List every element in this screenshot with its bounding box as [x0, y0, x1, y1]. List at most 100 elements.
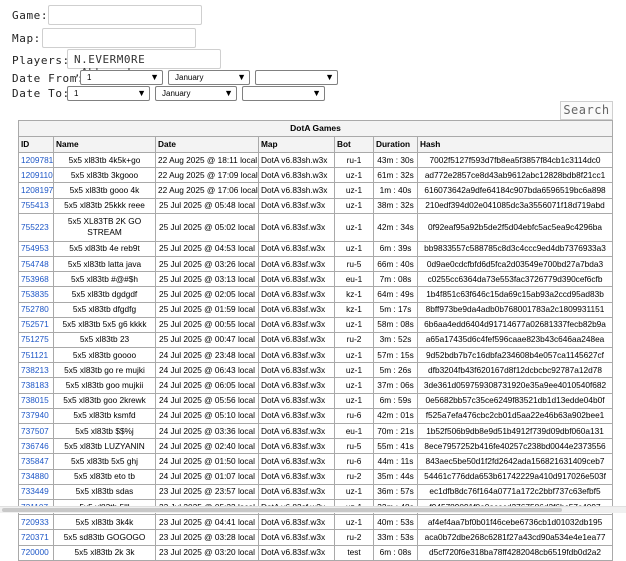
id-cell[interactable]: 720371	[18, 529, 54, 546]
table-row: 752780 5x5 xl83tb dfgdfg 25 Jul 2025 @ 01:…	[18, 301, 614, 318]
map-label: Map:	[12, 32, 41, 45]
bot-cell: uz-1	[334, 316, 374, 333]
name-cell: 5x5 xl83tb #@#$h	[53, 271, 156, 288]
date-to-month-select[interactable]: January ▼	[155, 86, 237, 101]
duration-cell: 3m : 52s	[373, 331, 418, 349]
date-to-year-select[interactable]: ▼	[242, 86, 325, 101]
id-cell[interactable]: 737507	[18, 422, 54, 440]
map-cell: DotA v6.83sf.w3x	[258, 514, 335, 531]
players-input[interactable]: N.EVERM0RE ,Abbos_dev	[67, 49, 221, 79]
bot-cell: ru-6	[334, 453, 374, 470]
id-cell[interactable]: 1208197	[18, 182, 54, 199]
column-header-date[interactable]: Date	[155, 136, 259, 153]
id-cell[interactable]: 720933	[18, 514, 54, 531]
id-cell[interactable]: 754748	[18, 255, 54, 273]
hash-cell: 843aec5be50d1f2fd2642ada156821631409ceb7	[416, 453, 614, 470]
hash-cell: 0f92eaf95a92b5de2f5d04ebfc5ac5ea9c4296ba	[416, 212, 614, 242]
hash-cell: d5cf720f6e318ba78ff4282048cb6519fdb0d2a2	[416, 544, 614, 561]
id-cell[interactable]: 1209781	[18, 151, 54, 169]
id-cell[interactable]: 752571	[18, 316, 54, 333]
id-cell[interactable]: 751275	[18, 331, 54, 349]
name-cell: 5x5 sd83tb GOGOGO	[53, 529, 156, 546]
game-input[interactable]	[48, 5, 202, 25]
table-row: 751275 5x5 xl83tb 23 25 Jul 2025 @ 00:47 l…	[18, 331, 614, 349]
id-cell[interactable]: 738183	[18, 377, 54, 394]
hash-cell: 1b52f506b9db8e9d51b4912f739d09dbf060a131	[416, 422, 614, 440]
duration-cell: 38m : 32s	[373, 197, 418, 214]
id-cell[interactable]: 737940	[18, 407, 54, 425]
date-cell: 24 Jul 2025 @ 05:56 local	[155, 392, 259, 409]
id-cell[interactable]: 720000	[18, 544, 54, 561]
id-cell[interactable]: 754953	[18, 240, 54, 257]
column-header-map[interactable]: Map	[258, 136, 335, 153]
table-row: 738183 5x5 xl83tb goo mujkii 24 Jul 2025 @…	[18, 377, 614, 394]
id-cell[interactable]: 755413	[18, 197, 54, 214]
date-cell: 24 Jul 2025 @ 05:10 local	[155, 407, 259, 425]
id-cell[interactable]: 736746	[18, 438, 54, 455]
date-cell: 23 Jul 2025 @ 03:20 local	[155, 544, 259, 561]
id-cell[interactable]: 753968	[18, 271, 54, 288]
id-cell[interactable]: 733449	[18, 483, 54, 500]
name-cell: 5x5 xl83tb eto tb	[53, 468, 156, 485]
search-button[interactable]: Search	[560, 101, 613, 120]
hash-cell: f525a7efa476cbc2cb01d5aa22e46b63a902bee1	[416, 407, 614, 425]
bot-cell: ru-2	[334, 468, 374, 485]
date-cell: 23 Jul 2025 @ 03:28 local	[155, 529, 259, 546]
column-header-duration[interactable]: Duration	[373, 136, 418, 153]
name-cell: 5x5 xl83tb goo mujkii	[53, 377, 156, 394]
id-cell[interactable]: 751121	[18, 347, 54, 364]
name-cell: 5x5 xl83tb 4e reb9t	[53, 240, 156, 257]
id-cell[interactable]: 753835	[18, 286, 54, 303]
date-from-month-select[interactable]: January ▼	[168, 70, 250, 85]
id-cell[interactable]: 735847	[18, 453, 54, 470]
map-input[interactable]	[42, 28, 196, 48]
table-row: 737940 5x5 xl83tb ksmfd 24 Jul 2025 @ 05:1…	[18, 407, 614, 425]
map-cell: DotA v6.83sf.w3x	[258, 407, 335, 425]
id-cell[interactable]: 734880	[18, 468, 54, 485]
duration-cell: 42m : 01s	[373, 407, 418, 425]
table-row: 753835 5x5 xl83tb dgdgdf 25 Jul 2025 @ 02:…	[18, 286, 614, 303]
id-cell[interactable]: 738015	[18, 392, 54, 409]
map-cell: DotA v6.83sf.w3x	[258, 255, 335, 273]
date-to-month-value: January	[162, 89, 191, 98]
chevron-down-icon: ▼	[224, 88, 233, 98]
table-row: 751121 5x5 xl83tb goooo 24 Jul 2025 @ 23:4…	[18, 347, 614, 364]
bot-cell: ru-5	[334, 438, 374, 455]
map-cell: DotA v6.83sf.w3x	[258, 286, 335, 303]
duration-cell: 58m : 08s	[373, 316, 418, 333]
hash-cell: ad772e2857ce8d43ab9612abc12828bdb8f21cc1	[416, 167, 614, 184]
id-cell[interactable]: 738213	[18, 362, 54, 379]
id-cell[interactable]: 752780	[18, 301, 54, 318]
column-header-hash[interactable]: Hash	[416, 136, 614, 153]
table-row: 1209110 5x5 xl83tb 3kgooo 22 Aug 2025 @ 17…	[18, 167, 614, 184]
date-cell: 24 Jul 2025 @ 23:48 local	[155, 347, 259, 364]
bot-cell: uz-1	[334, 514, 374, 531]
duration-cell: 44m : 11s	[373, 453, 418, 470]
scrollbar-thumb[interactable]	[2, 508, 562, 512]
name-cell: 5x5 xl83tb sdas	[53, 483, 156, 500]
date-from-year-select[interactable]: ▼	[255, 70, 338, 85]
date-to-day-select[interactable]: 1 ▼	[67, 86, 150, 101]
hash-cell: 3de361d059759308731920e35a9ee4010540f682	[416, 377, 614, 394]
name-cell: 5x5 xl83tb 5x5 g6 kkkk	[53, 316, 156, 333]
games-table-container: DotA Games ID Name Date Map Bot Duration…	[17, 120, 614, 561]
duration-cell: 43m : 30s	[373, 151, 418, 169]
date-cell: 23 Jul 2025 @ 23:57 local	[155, 483, 259, 500]
id-cell[interactable]: 1209110	[18, 167, 54, 184]
column-header-name[interactable]: Name	[53, 136, 156, 153]
date-from-day-value: 1	[87, 73, 92, 82]
hash-cell: 6b6aa4edd6404d91714677a02681337fecb82b9a	[416, 316, 614, 333]
date-cell: 25 Jul 2025 @ 01:59 local	[155, 301, 259, 318]
column-header-bot[interactable]: Bot	[334, 136, 374, 153]
bot-cell: eu-1	[334, 271, 374, 288]
column-header-id[interactable]: ID	[18, 136, 54, 153]
bot-cell: uz-1	[334, 483, 374, 500]
bot-cell: ru-2	[334, 529, 374, 546]
name-cell: 5x5 xl83tb gooo 4k	[53, 182, 156, 199]
map-cell: DotA v6.83sf.w3x	[258, 197, 335, 214]
id-cell[interactable]: 755223	[18, 212, 54, 242]
date-cell: 24 Jul 2025 @ 01:07 local	[155, 468, 259, 485]
bot-cell: ru-6	[334, 407, 374, 425]
date-from-day-select[interactable]: 1 ▼	[80, 70, 163, 85]
table-caption: DotA Games	[17, 120, 614, 137]
